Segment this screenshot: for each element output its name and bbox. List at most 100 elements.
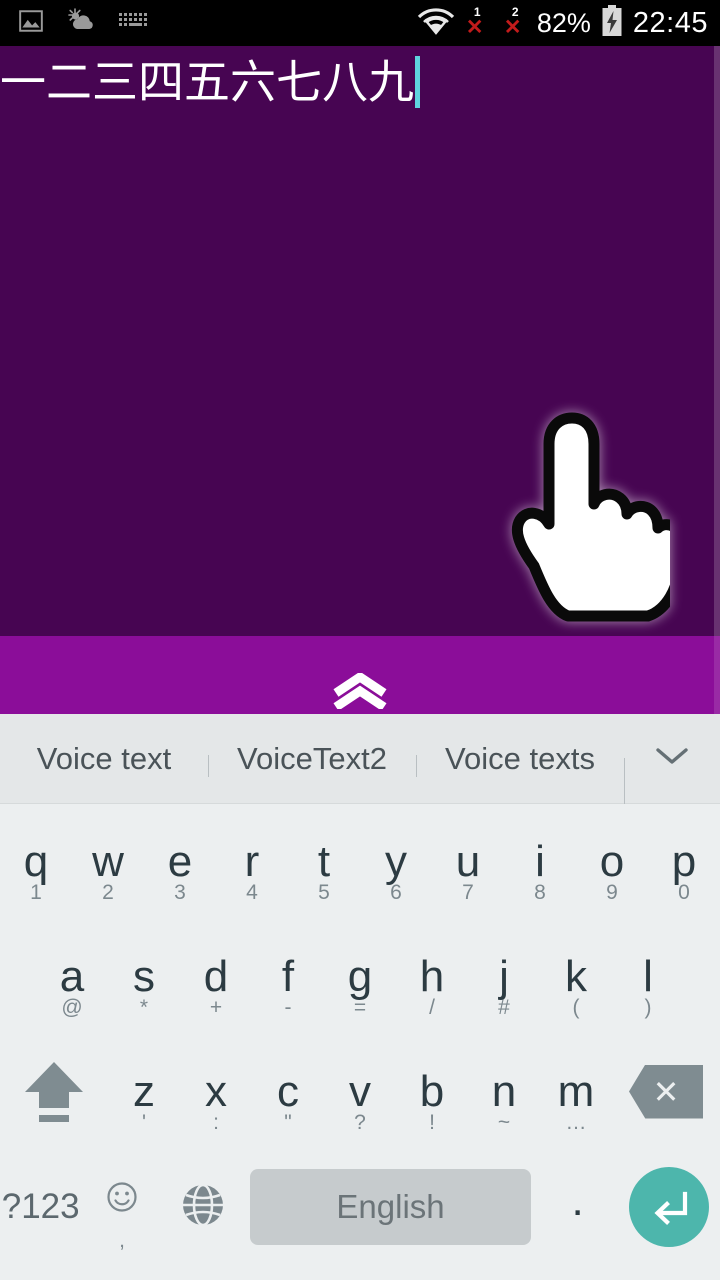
key-f-label: f <box>281 951 295 1001</box>
key-d-label: d <box>203 951 229 1001</box>
key-h-sublabel: / <box>429 996 435 1019</box>
key-e[interactable]: e 3 <box>144 804 216 919</box>
symbols-key[interactable]: ?123 <box>0 1150 81 1265</box>
key-t[interactable]: t 5 <box>288 804 360 919</box>
spacebar[interactable]: English <box>250 1169 531 1245</box>
key-p-sublabel: 0 <box>678 881 690 904</box>
sim-2-x-icon: ✕ <box>503 16 522 39</box>
key-y-label: y <box>385 836 407 886</box>
shift-key[interactable] <box>0 1034 108 1149</box>
editor-text-line: 一二三四五六七八九 <box>0 50 420 114</box>
key-x[interactable]: x : <box>180 1034 252 1149</box>
key-t-label: t <box>317 836 331 886</box>
emoji-key[interactable]: , <box>81 1150 162 1265</box>
suggestion-item-1[interactable]: VoiceText2 <box>208 741 416 777</box>
keyboard-icon <box>118 11 150 36</box>
backspace-key[interactable]: ✕ <box>612 1034 720 1149</box>
key-e-sublabel: 3 <box>174 881 186 904</box>
key-m[interactable]: m … <box>540 1034 612 1149</box>
key-l[interactable]: l ) <box>612 919 684 1034</box>
key-n-label: n <box>491 1066 517 1116</box>
key-o[interactable]: o 9 <box>576 804 648 919</box>
key-p-label: p <box>671 836 697 886</box>
key-i-sublabel: 8 <box>534 881 546 904</box>
keyboard-handle-bar[interactable] <box>0 636 720 714</box>
period-key[interactable]: . <box>537 1150 618 1265</box>
key-n[interactable]: n ~ <box>468 1034 540 1149</box>
keyboard-row-3: z ' x : c " v ? b ! n ~ m … ✕ <box>0 1034 720 1149</box>
key-k[interactable]: k ( <box>540 919 612 1034</box>
suggestion-bar: Voice text VoiceText2 Voice texts <box>0 714 720 806</box>
key-a[interactable]: a @ <box>36 919 108 1034</box>
key-j[interactable]: j # <box>468 919 540 1034</box>
key-u-sublabel: 7 <box>462 881 474 904</box>
pointing-hand-cursor <box>498 412 685 624</box>
key-w-sublabel: 2 <box>102 881 114 904</box>
key-z-sublabel: ' <box>141 1111 146 1134</box>
key-c-sublabel: " <box>284 1111 292 1134</box>
status-bar-notifications <box>0 7 150 39</box>
key-s[interactable]: s * <box>108 919 180 1034</box>
key-b[interactable]: b ! <box>396 1034 468 1149</box>
keyboard-row-2: a @ s * d + f - g = h / j # k (l) <box>0 919 720 1034</box>
key-g[interactable]: g = <box>324 919 396 1034</box>
key-d[interactable]: d + <box>180 919 252 1034</box>
suggestion-item-2[interactable]: Voice texts <box>416 741 624 777</box>
key-h[interactable]: h / <box>396 919 468 1034</box>
key-f-sublabel: - <box>284 996 292 1019</box>
period-key-label: . <box>571 1176 584 1225</box>
language-switch-key[interactable] <box>163 1150 244 1265</box>
key-e-label: e <box>167 836 193 886</box>
key-z-label: z <box>133 1066 155 1116</box>
key-c-label: c <box>277 1066 299 1116</box>
key-q[interactable]: q 1 <box>0 804 72 919</box>
key-l-sublabel: ) <box>644 996 652 1019</box>
shift-icon <box>17 1052 91 1131</box>
suggestion-item-0[interactable]: Voice text <box>0 741 208 777</box>
key-g-sublabel: = <box>353 996 367 1019</box>
battery-charging-icon <box>601 4 623 42</box>
suggestions-expand-button[interactable] <box>624 744 720 806</box>
clock: 22:45 <box>632 6 708 39</box>
key-d-sublabel: + <box>209 996 223 1019</box>
text-editor-area[interactable]: 一二三四五六七八九 <box>0 46 720 636</box>
key-h-label: h <box>419 951 445 1001</box>
editor-text: 一二三四五六七八九 <box>0 55 414 109</box>
key-z[interactable]: z ' <box>108 1034 180 1149</box>
key-r-sublabel: 4 <box>246 881 258 904</box>
key-b-sublabel: ! <box>429 1111 435 1134</box>
key-g-label: g <box>347 951 373 1001</box>
key-q-sublabel: 1 <box>30 881 42 904</box>
wifi-icon <box>417 6 455 41</box>
key-q-label: q <box>23 836 49 886</box>
enter-icon <box>629 1167 710 1247</box>
key-n-sublabel: ~ <box>497 1111 511 1134</box>
key-j-label: j <box>499 951 509 1001</box>
backspace-icon: ✕ <box>629 1064 703 1119</box>
enter-key[interactable] <box>618 1167 720 1247</box>
sim-slot-2: 2 ✕ <box>503 6 527 39</box>
key-c[interactable]: c " <box>252 1034 324 1149</box>
key-b-label: b <box>419 1066 445 1116</box>
editor-scrollbar[interactable] <box>714 46 720 636</box>
sim-indicators: 1 ✕ 2 ✕ <box>465 6 527 39</box>
key-i[interactable]: i 8 <box>504 804 576 919</box>
key-w[interactable]: w 2 <box>72 804 144 919</box>
key-w-label: w <box>92 836 124 886</box>
key-s-label: s <box>133 951 155 1001</box>
key-u-label: u <box>455 836 481 886</box>
phone-screen: 1 ✕ 2 ✕ 82% 22:45 一二三四五六七八九 Voice text V… <box>0 0 720 1280</box>
key-p[interactable]: p 0 <box>648 804 720 919</box>
key-a-sublabel: @ <box>61 996 83 1019</box>
key-v[interactable]: v ? <box>324 1034 396 1149</box>
key-o-sublabel: 9 <box>606 881 618 904</box>
key-y[interactable]: y 6 <box>360 804 432 919</box>
key-r[interactable]: r 4 <box>216 804 288 919</box>
key-o-label: o <box>599 836 625 886</box>
image-icon <box>18 8 44 39</box>
on-screen-keyboard: q 1 w 2 e 3 r 4 t 5 y 6 u 7 i 8 o 9 p 0 … <box>0 804 720 1280</box>
key-f[interactable]: f - <box>252 919 324 1034</box>
key-k-label: k <box>565 951 587 1001</box>
double-chevron-up-icon[interactable] <box>331 671 389 714</box>
key-u[interactable]: u 7 <box>432 804 504 919</box>
